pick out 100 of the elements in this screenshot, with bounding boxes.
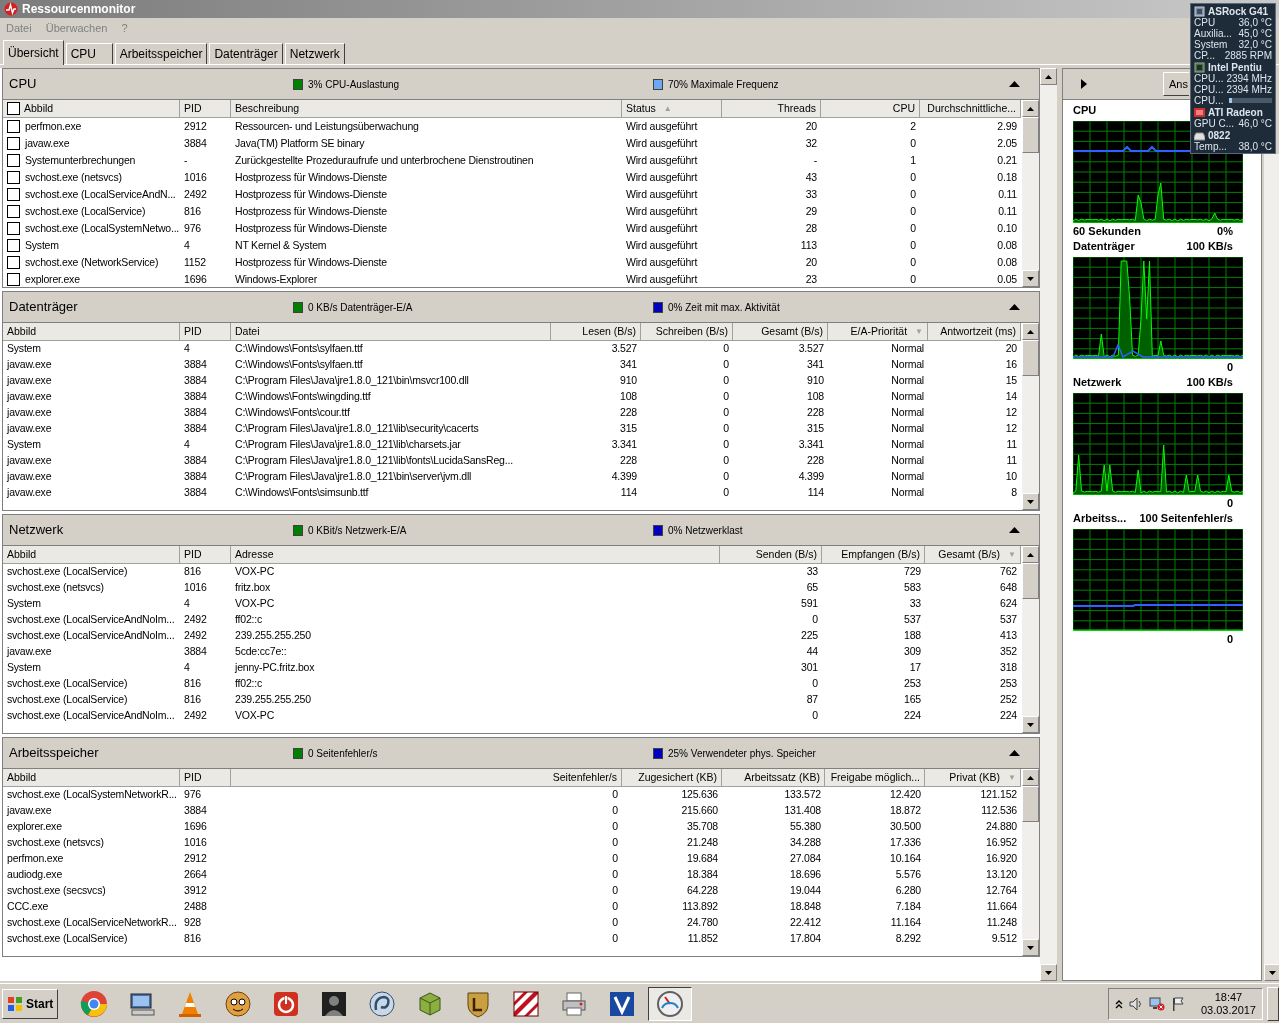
column-header[interactable]: Threads: [722, 100, 821, 118]
tab[interactable]: Übersicht: [3, 40, 64, 65]
table-cell-text: 8: [1010, 485, 1018, 501]
scroll-down-button[interactable]: [1264, 964, 1279, 981]
column-header[interactable]: Datei: [231, 323, 551, 341]
down-arrow-icon: [1027, 276, 1034, 281]
column-header[interactable]: Gesamt (B/s) ▼: [925, 546, 1021, 564]
clock-time[interactable]: 18:47: [1214, 990, 1243, 1004]
table-cell-text: 239.255.255.250: [234, 692, 312, 708]
column-header[interactable]: E/A-Priorität ▼: [828, 323, 928, 341]
scroll-thumb[interactable]: [1022, 786, 1039, 822]
column-header[interactable]: Arbeitssatz (KB): [722, 769, 825, 787]
table-cell-text: svchost.exe (netsvcs): [6, 580, 105, 596]
column-header[interactable]: Durchschnittliche...: [920, 100, 1021, 118]
column-header[interactable]: Abbild: [3, 100, 180, 118]
table-cell-text: explorer.exe: [6, 819, 63, 835]
table-cell-text: -: [812, 152, 818, 168]
column-header[interactable]: Zugesichert (KB): [622, 769, 722, 787]
scroll-down-button[interactable]: [1040, 964, 1057, 981]
table-cell-text: 3884: [183, 644, 208, 660]
tab[interactable]: CPU: [65, 43, 113, 64]
view-button[interactable]: Ans: [1163, 72, 1189, 96]
scroll-up-button[interactable]: [1022, 323, 1039, 340]
expand-arrow-icon[interactable]: [1081, 79, 1087, 89]
scroll-thumb[interactable]: [1022, 340, 1039, 376]
checkbox[interactable]: [7, 120, 20, 133]
column-header[interactable]: Adresse: [231, 546, 720, 564]
scrollbar[interactable]: [1040, 68, 1057, 981]
collapse-arrow-icon[interactable]: [1009, 750, 1020, 756]
collapse-arrow-icon[interactable]: [1009, 81, 1020, 87]
sort-indicator: ▼: [915, 325, 923, 338]
column-header[interactable]: Beschreibung: [231, 100, 622, 118]
table-cell-text: C:\Program Files\Java\jre1.8.0_121\bin\server\jvm.dll: [234, 469, 473, 485]
column-header[interactable]: Antwortzeit (ms): [928, 323, 1021, 341]
scrollbar[interactable]: [1022, 100, 1039, 287]
tab[interactable]: Datenträger: [209, 43, 283, 64]
column-header[interactable]: Privat (KB) ▼: [925, 769, 1021, 787]
column-header[interactable]: PID: [180, 769, 231, 787]
checkbox[interactable]: [7, 239, 20, 252]
scroll-down-button[interactable]: [1022, 939, 1039, 956]
table-cell-text: 0.05: [996, 271, 1018, 287]
scroll-down-button[interactable]: [1022, 493, 1039, 510]
network-icon[interactable]: [1148, 996, 1165, 1011]
scroll-down-button[interactable]: [1022, 716, 1039, 733]
tab[interactable]: Netzwerk: [284, 43, 345, 64]
show-desktop-button[interactable]: [1267, 986, 1279, 1021]
scroll-up-button[interactable]: [1022, 546, 1039, 563]
collapse-arrow-icon[interactable]: [1009, 304, 1020, 310]
scroll-thumb[interactable]: [1022, 563, 1039, 599]
start-button[interactable]: Start: [2, 988, 59, 1019]
column-header[interactable]: Seitenfehler/s: [231, 769, 622, 787]
scrollbar[interactable]: [1264, 154, 1279, 981]
speaker-icon[interactable]: [1128, 996, 1143, 1011]
sensor-value: 46,0 °C: [1238, 118, 1272, 129]
scroll-up-button[interactable]: [1040, 68, 1057, 85]
column-header[interactable]: Schreiben (B/s): [641, 323, 733, 341]
column-header[interactable]: PID: [180, 546, 231, 564]
table-cell-text: 33: [804, 186, 818, 202]
tab[interactable]: Arbeitsspeicher: [114, 43, 208, 64]
table-cell-text: 0: [611, 835, 619, 851]
table-cell-text: 19.044: [789, 883, 822, 899]
column-header[interactable]: CPU: [821, 100, 920, 118]
column-header[interactable]: Lesen (B/s): [551, 323, 641, 341]
column-header[interactable]: Abbild: [3, 546, 180, 564]
column-header[interactable]: Gesamt (B/s): [733, 323, 828, 341]
column-header[interactable]: PID: [180, 100, 231, 118]
table-cell-text: audiodg.exe: [6, 867, 64, 883]
column-header[interactable]: Empfangen (B/s): [822, 546, 925, 564]
checkbox[interactable]: [7, 273, 20, 286]
clock-date[interactable]: 03.03.2017: [1200, 1003, 1256, 1017]
flag-icon[interactable]: [1170, 996, 1185, 1011]
scroll-thumb[interactable]: [1022, 117, 1039, 153]
column-header[interactable]: Abbild: [3, 769, 180, 787]
checkbox[interactable]: [7, 205, 20, 218]
scrollbar[interactable]: [1022, 546, 1039, 733]
column-header[interactable]: PID: [180, 323, 231, 341]
column-header[interactable]: Senden (B/s): [720, 546, 822, 564]
table-cell-text: Windows-Explorer: [234, 271, 318, 287]
scroll-down-button[interactable]: [1022, 270, 1039, 287]
checkbox[interactable]: [7, 137, 20, 150]
column-header[interactable]: Abbild: [3, 323, 180, 341]
checkbox[interactable]: [7, 154, 20, 167]
scrollbar[interactable]: [1022, 769, 1039, 956]
scroll-up-button[interactable]: [1022, 100, 1039, 117]
column-header[interactable]: Freigabe möglich...: [825, 769, 925, 787]
checkbox[interactable]: [7, 188, 20, 201]
checkbox[interactable]: [7, 222, 20, 235]
collapse-arrow-icon[interactable]: [1009, 527, 1020, 533]
checkbox[interactable]: [7, 171, 20, 184]
scroll-up-button[interactable]: [1022, 769, 1039, 786]
chevron-up-icon[interactable]: [1114, 998, 1123, 1009]
checkbox[interactable]: [7, 102, 20, 115]
table-cell-text: Zurückgestellte Prozeduraufrufe und unterbrochene Dienstroutinen: [234, 152, 535, 168]
scrollbar[interactable]: [1022, 323, 1039, 510]
sensor-heading: ASRock G41: [1208, 5, 1269, 17]
column-header[interactable]: Status ▲: [622, 100, 722, 118]
table-cell-text: Wird ausgeführt: [625, 135, 699, 151]
table-cell-text: 648: [999, 580, 1018, 596]
checkbox[interactable]: [7, 256, 20, 269]
taskbar-button[interactable]: [648, 986, 693, 1021]
